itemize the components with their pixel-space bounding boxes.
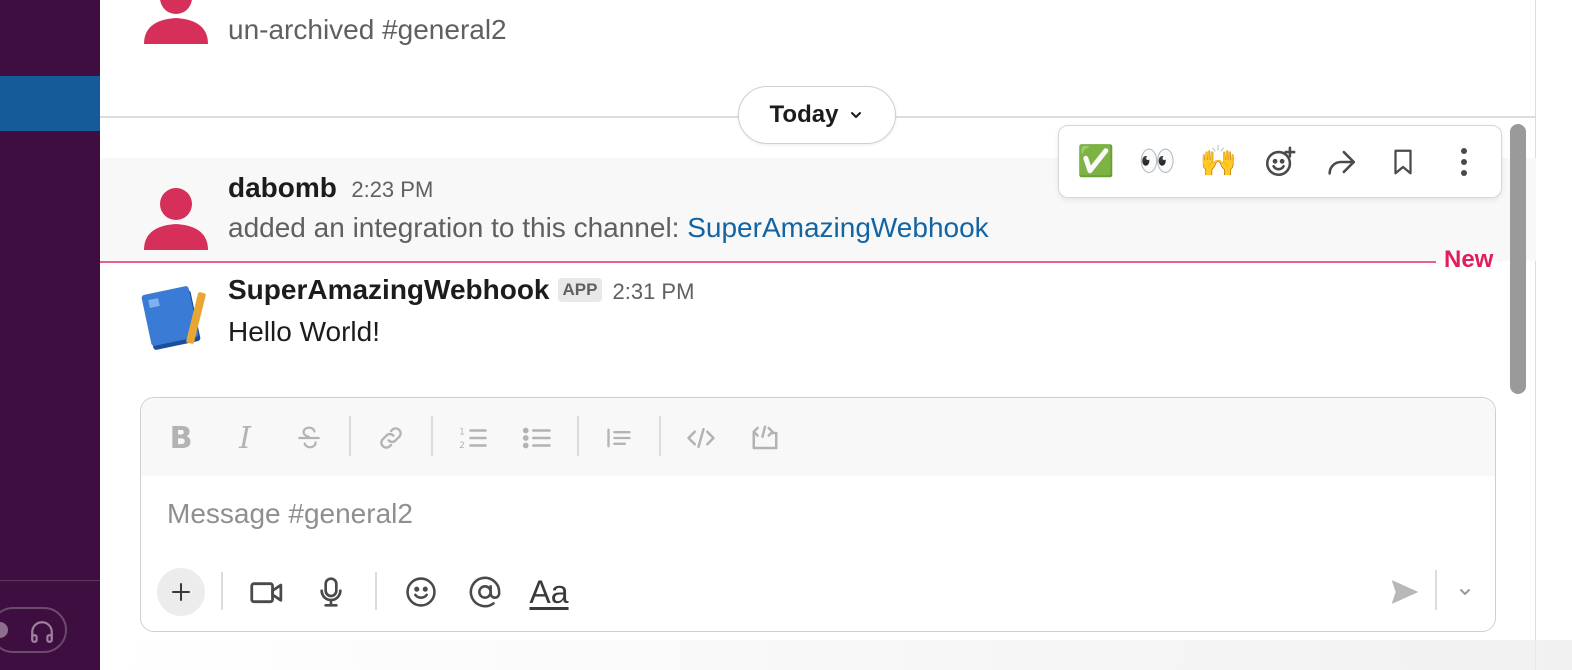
add-reaction-button[interactable] [1256, 138, 1304, 186]
send-icon [1391, 580, 1419, 604]
white-check-mark-reaction-button[interactable]: ✅ [1072, 138, 1120, 186]
blockquote-icon [607, 428, 631, 448]
message-text: Hello World! [228, 316, 380, 347]
audio-clip-button[interactable] [307, 568, 355, 616]
message-timestamp[interactable]: 2:23 PM [351, 177, 433, 202]
forward-icon [1328, 150, 1356, 175]
sidebar [0, 0, 100, 670]
user-avatar[interactable] [140, 178, 212, 250]
message-input[interactable]: Message #general2 [167, 498, 413, 530]
send-button[interactable] [1383, 570, 1427, 614]
huddle-toggle[interactable] [0, 607, 67, 653]
text-formatting-button[interactable]: Aa [525, 568, 573, 616]
day-divider-button[interactable]: Today [738, 86, 896, 144]
toolbar-separator [577, 416, 579, 456]
svg-text:2: 2 [459, 441, 465, 451]
save-message-button[interactable] [1379, 138, 1427, 186]
strikethrough-button[interactable] [287, 416, 331, 460]
video-camera-icon [250, 582, 283, 604]
bulleted-list-icon [522, 427, 551, 449]
code-button[interactable] [679, 416, 723, 460]
plus-icon [172, 583, 190, 601]
app-badge: APP [557, 278, 603, 302]
italic-button[interactable]: I [223, 416, 267, 460]
toolbar-separator [375, 572, 377, 610]
sidebar-item-active[interactable] [0, 76, 100, 131]
message-item: SuperAmazingWebhook APP 2:31 PM Hello Worl… [100, 272, 1536, 362]
schedule-send-button[interactable] [1445, 570, 1485, 614]
link-icon [380, 427, 402, 449]
toolbar-separator [659, 416, 661, 456]
toolbar-separator [349, 416, 351, 456]
bold-icon: B [169, 420, 193, 456]
chevron-down-icon [851, 112, 862, 118]
book-icon [141, 286, 206, 350]
formatting-toolbar: B I 12 [141, 398, 1495, 476]
microphone-icon [320, 577, 342, 607]
ordered-list-icon: 12 [459, 427, 487, 451]
eyes-reaction-button[interactable]: 👀 [1133, 138, 1181, 186]
toggle-knob [0, 622, 8, 638]
more-actions-icon [1461, 147, 1468, 176]
scrollbar-thumb[interactable] [1510, 124, 1526, 394]
attach-button[interactable] [157, 568, 205, 616]
new-messages-label: New [1444, 246, 1494, 273]
toolbar-separator [221, 572, 223, 610]
blockquote-button[interactable] [597, 416, 641, 460]
forward-message-button[interactable] [1317, 138, 1365, 186]
code-block-button[interactable] [743, 416, 787, 460]
user-avatar[interactable] [140, 0, 212, 44]
message-author[interactable]: SuperAmazingWebhook [228, 274, 550, 305]
integration-link[interactable]: SuperAmazingWebhook [687, 212, 988, 243]
bulleted-list-button[interactable] [515, 416, 559, 460]
channel-view: un-archived #general2 Today dabomb 2:23 … [100, 0, 1536, 670]
bookmark-icon [1394, 149, 1412, 174]
emoji-icon [406, 577, 436, 607]
add-reaction-icon [1265, 146, 1296, 176]
raised-hands-reaction-button[interactable]: 🙌 [1195, 138, 1243, 186]
sidebar-divider [0, 580, 100, 581]
emoji-button[interactable] [397, 568, 445, 616]
text-format-icon: Aa [529, 573, 569, 610]
message-text: un-archived #general2 [228, 14, 507, 45]
mention-button[interactable] [461, 568, 509, 616]
message-text: added an integration to this channel: [228, 212, 688, 243]
eyes-icon: 👀 [1138, 145, 1176, 178]
bottom-fade [100, 640, 1572, 670]
toolbar-separator [1435, 570, 1437, 610]
code-block-icon [752, 425, 778, 450]
video-clip-button[interactable] [243, 568, 291, 616]
white-check-mark-icon: ✅ [1077, 145, 1115, 178]
raised-hands-icon: 🙌 [1199, 145, 1238, 178]
ordered-list-button[interactable]: 12 [451, 416, 495, 460]
toolbar-separator [431, 416, 433, 456]
at-sign-icon [469, 576, 501, 608]
message-timestamp[interactable]: 2:31 PM [612, 279, 694, 304]
code-icon [687, 428, 715, 448]
message-composer: B I 12 Message #general2 Aa [140, 397, 1496, 632]
day-divider-label: Today [769, 101, 839, 128]
message-actions-toolbar: ✅ 👀 🙌 [1058, 125, 1502, 198]
link-button[interactable] [369, 416, 413, 460]
svg-text:1: 1 [459, 427, 465, 437]
italic-icon: I [239, 420, 251, 456]
message-item: un-archived #general2 [100, 0, 1536, 60]
message-author[interactable]: dabomb [228, 172, 337, 203]
strikethrough-icon [298, 426, 320, 449]
new-messages-divider [100, 261, 1436, 263]
chevron-down-icon [1460, 589, 1470, 595]
headphones-icon [31, 621, 53, 643]
more-actions-button[interactable] [1440, 138, 1488, 186]
bold-button[interactable]: B [159, 416, 203, 460]
app-avatar[interactable] [140, 278, 212, 350]
